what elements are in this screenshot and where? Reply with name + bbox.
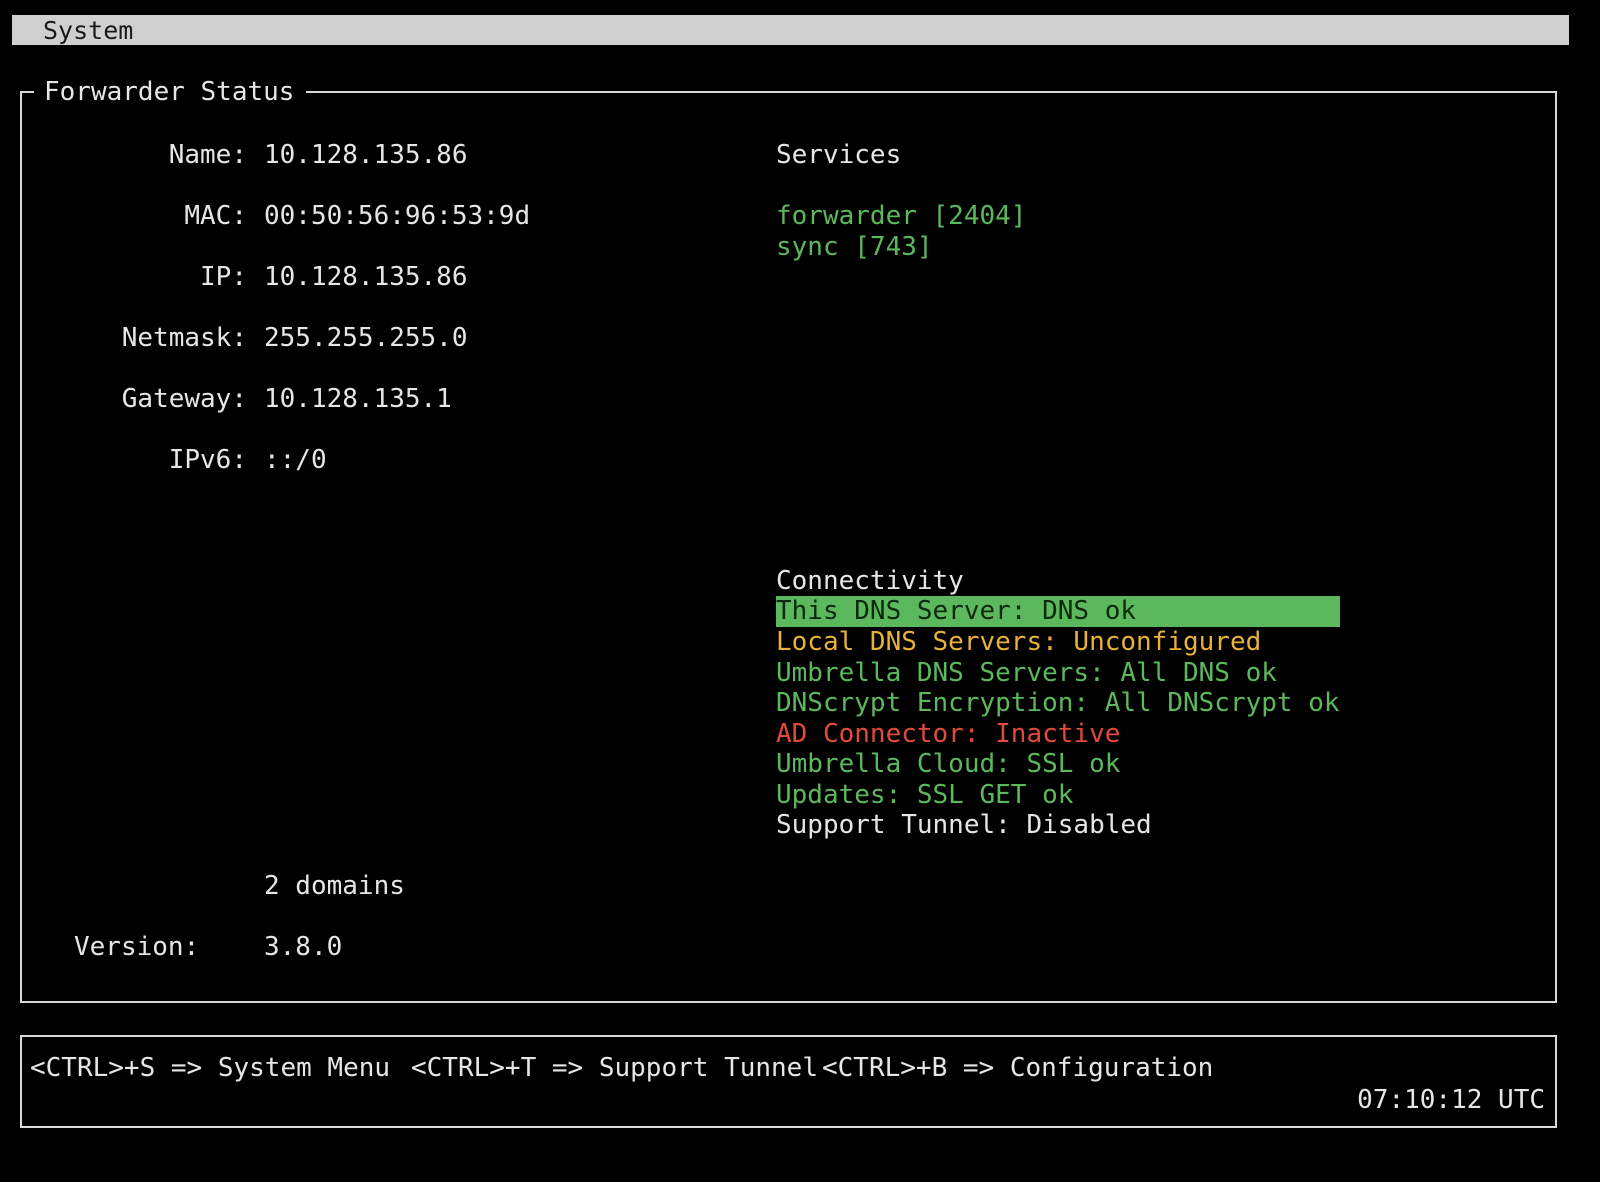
ip-label: IP: [200, 262, 247, 292]
hint-configuration[interactable]: <CTRL>+B => Configuration [822, 1053, 1213, 1084]
menu-bar: System [12, 15, 1569, 45]
service-sync: sync [743] [776, 232, 933, 262]
ipv6-label: IPv6: [168, 445, 247, 475]
hint-support-tunnel[interactable]: <CTRL>+T => Support Tunnel [411, 1053, 818, 1084]
keyboard-hints-bar: <CTRL>+S => System Menu <CTRL>+T => Supp… [20, 1035, 1557, 1128]
mac-label: MAC: [184, 201, 247, 231]
domains-count: 2 domains [264, 871, 405, 901]
connectivity-ad-connector: AD Connector: Inactive [776, 719, 1121, 749]
connectivity-this-dns-server[interactable]: This DNS Server: DNS ok [776, 596, 1340, 627]
version-label: Version: [74, 932, 200, 962]
clock: 07:10:12 UTC [1357, 1085, 1545, 1115]
connectivity-local-dns-servers: Local DNS Servers: Unconfigured [776, 627, 1262, 657]
hint-system-menu[interactable]: <CTRL>+S => System Menu [30, 1053, 390, 1084]
services-heading: Services [776, 140, 902, 170]
panel-title: Forwarder Status [34, 77, 307, 107]
ip-value: 10.128.135.86 [264, 262, 468, 292]
gateway-label: Gateway: [121, 384, 247, 414]
version-value: 3.8.0 [264, 932, 343, 962]
name-value: 10.128.135.86 [264, 140, 468, 170]
netmask-value: 255.255.255.0 [264, 323, 468, 353]
connectivity-umbrella-dns-servers: Umbrella DNS Servers: All DNS ok [776, 658, 1277, 688]
connectivity-heading: Connectivity [776, 566, 964, 596]
gateway-value: 10.128.135.1 [264, 384, 452, 414]
netmask-label: Netmask: [121, 323, 247, 353]
service-forwarder: forwarder [2404] [776, 201, 1027, 231]
connectivity-umbrella-cloud: Umbrella Cloud: SSL ok [776, 749, 1121, 779]
name-label: Name: [168, 140, 247, 170]
connectivity-dnscrypt-encryption: DNScrypt Encryption: All DNScrypt ok [776, 688, 1340, 718]
forwarder-status-panel: Forwarder Status Name: 10.128.135.86 MAC… [20, 77, 1557, 1003]
connectivity-updates: Updates: SSL GET ok [776, 780, 1074, 810]
ipv6-value: ::/0 [264, 445, 327, 475]
connectivity-support-tunnel: Support Tunnel: Disabled [776, 810, 1152, 840]
menu-system[interactable]: System [43, 16, 133, 46]
mac-value: 00:50:56:96:53:9d [264, 201, 531, 231]
